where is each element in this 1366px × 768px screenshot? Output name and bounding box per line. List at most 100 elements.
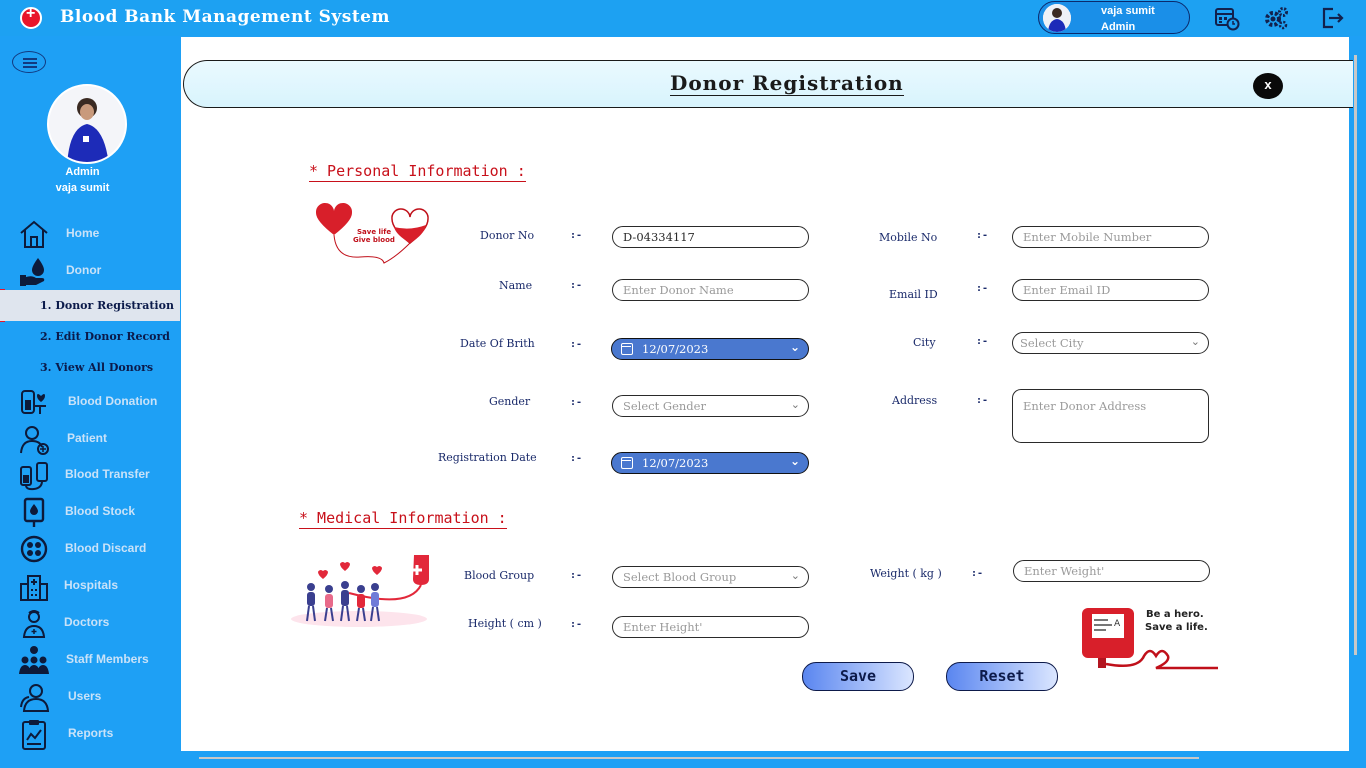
submenu-label: 3. View All Donors xyxy=(40,361,154,374)
weight-input[interactable]: Enter Weight' xyxy=(1013,560,1210,582)
gender-label: Gender xyxy=(489,395,531,408)
blood-group-label: Blood Group xyxy=(464,569,535,582)
sidebar: Admin vaja sumit Home Donor 1. Donor Reg… xyxy=(0,36,180,768)
separator: :- xyxy=(570,339,583,350)
hamburger-menu-icon[interactable] xyxy=(12,51,46,73)
settings-gears-icon[interactable] xyxy=(1263,5,1289,31)
mobile-number-input[interactable]: Enter Mobile Number xyxy=(1012,226,1209,248)
page-title: Donor Registration xyxy=(670,71,904,96)
separator: :- xyxy=(570,619,583,630)
separator: :- xyxy=(976,336,989,347)
svg-text:A: A xyxy=(1114,619,1121,629)
sidebar-item-staff-members[interactable]: Staff Members xyxy=(0,642,180,678)
donor-no-field[interactable]: D-04334117 xyxy=(612,226,809,248)
sidebar-item-label: Donor xyxy=(66,263,102,277)
sidebar-item-reports[interactable]: Reports xyxy=(0,716,180,752)
submenu-label: 1. Donor Registration xyxy=(40,299,174,312)
logout-icon[interactable] xyxy=(1320,5,1346,31)
address-textarea[interactable]: Enter Donor Address xyxy=(1012,389,1209,443)
sidebar-item-label: Doctors xyxy=(64,615,110,629)
email-id-label: Email ID xyxy=(889,288,938,301)
chevron-down-icon: ⌄ xyxy=(789,340,800,354)
profile-role: Admin xyxy=(65,166,100,178)
patient-icon xyxy=(18,423,50,455)
personal-information-heading: * Personal Information : xyxy=(309,162,526,182)
reset-button[interactable]: Reset xyxy=(946,662,1058,691)
sidebar-item-doctors[interactable]: Doctors xyxy=(0,605,180,641)
sidebar-item-donor[interactable]: Donor xyxy=(0,253,180,289)
sidebar-item-label: Hospitals xyxy=(64,578,119,592)
blood-discard-icon xyxy=(18,533,50,565)
sidebar-item-home[interactable]: Home xyxy=(0,216,180,252)
svg-text:Be a hero.: Be a hero. xyxy=(1146,609,1204,620)
height-label: Height ( cm ) xyxy=(468,617,542,630)
sidebar-item-patient[interactable]: Patient xyxy=(0,421,180,457)
donor-no-label: Donor No xyxy=(480,229,535,242)
address-label: Address xyxy=(892,394,938,407)
save-button[interactable]: Save xyxy=(802,662,914,691)
blood-stock-icon xyxy=(18,496,50,528)
sidebar-item-blood-discard[interactable]: Blood Discard xyxy=(0,531,180,567)
doctor-icon xyxy=(18,607,50,639)
blood-drop-logo-icon xyxy=(20,5,42,29)
weight-label: Weight ( kg ) xyxy=(870,567,942,580)
top-bar: Blood Bank Management System vaja sumit … xyxy=(0,0,1366,36)
date-of-birth-picker[interactable]: 12/07/2023 ⌄ xyxy=(611,338,809,360)
avatar xyxy=(1043,4,1071,32)
email-id-input[interactable]: Enter Email ID xyxy=(1012,279,1209,301)
vertical-scrollbar[interactable] xyxy=(1354,55,1357,655)
chevron-down-icon: ⌄ xyxy=(1190,335,1200,348)
submenu-donor-registration[interactable]: 1. Donor Registration xyxy=(0,290,180,321)
gender-select-placeholder: Select Gender xyxy=(623,399,706,413)
height-input[interactable]: Enter Height' xyxy=(612,616,809,638)
calendar-clock-icon[interactable] xyxy=(1214,5,1240,31)
submenu-label: 2. Edit Donor Record xyxy=(40,330,170,343)
sidebar-item-label: Blood Donation xyxy=(68,394,158,408)
profile-avatar xyxy=(47,84,127,164)
blood-group-select[interactable]: Select Blood Group ⌄ xyxy=(612,566,809,588)
blood-transfer-icon xyxy=(18,459,50,491)
donor-drop-hand-icon xyxy=(18,255,50,287)
horizontal-scrollbar[interactable] xyxy=(199,757,1199,759)
svg-text:Save life: Save life xyxy=(357,228,391,236)
gender-select[interactable]: Select Gender ⌄ xyxy=(612,395,809,417)
hospital-icon xyxy=(18,570,50,602)
city-select[interactable]: Select City ⌄ xyxy=(1012,332,1209,354)
blood-donors-group-image xyxy=(289,549,439,629)
be-a-hero-blood-bag-image: A Be a hero. Save a life. xyxy=(1078,602,1220,670)
sidebar-item-label: Reports xyxy=(68,726,114,740)
sidebar-item-label: Home xyxy=(66,226,100,240)
save-life-give-blood-image: Save life Give blood xyxy=(312,201,432,267)
medical-information-heading: * Medical Information : xyxy=(299,509,507,529)
separator: :- xyxy=(976,283,989,294)
donor-name-input[interactable]: Enter Donor Name xyxy=(612,279,809,301)
users-icon xyxy=(18,681,50,713)
sidebar-item-users[interactable]: Users xyxy=(0,679,180,715)
home-icon xyxy=(18,218,50,250)
submenu-view-all-donors[interactable]: 3. View All Donors xyxy=(0,352,180,383)
calendar-icon xyxy=(621,457,633,469)
calendar-icon xyxy=(621,343,633,355)
sidebar-item-label: Blood Stock xyxy=(65,504,136,518)
close-button[interactable]: x xyxy=(1253,73,1283,99)
sidebar-item-blood-donation[interactable]: Blood Donation xyxy=(0,384,180,420)
profile-name: vaja sumit xyxy=(55,182,110,194)
date-of-birth-label: Date Of Brith xyxy=(460,337,535,350)
sidebar-item-hospitals[interactable]: Hospitals xyxy=(0,568,180,604)
sidebar-item-blood-stock[interactable]: Blood Stock xyxy=(0,494,180,530)
separator: :- xyxy=(570,453,583,464)
staff-members-icon xyxy=(18,644,50,676)
sidebar-item-label: Users xyxy=(68,689,102,703)
registration-date-label: Registration Date xyxy=(438,451,537,464)
svg-text:Give blood: Give blood xyxy=(353,236,395,244)
separator: :- xyxy=(971,568,984,579)
form-header: Donor Registration x xyxy=(183,60,1353,108)
sidebar-item-label: Staff Members xyxy=(66,652,149,666)
blood-donation-icon xyxy=(18,386,50,418)
user-profile-chip[interactable]: vaja sumit Admin xyxy=(1038,1,1190,34)
registration-date-picker[interactable]: 12/07/2023 ⌄ xyxy=(611,452,809,474)
sidebar-item-blood-transfer[interactable]: Blood Transfer xyxy=(0,457,180,493)
user-name: vaja sumit xyxy=(1101,5,1155,17)
submenu-edit-donor-record[interactable]: 2. Edit Donor Record xyxy=(0,321,180,352)
chevron-down-icon: ⌄ xyxy=(789,454,800,468)
